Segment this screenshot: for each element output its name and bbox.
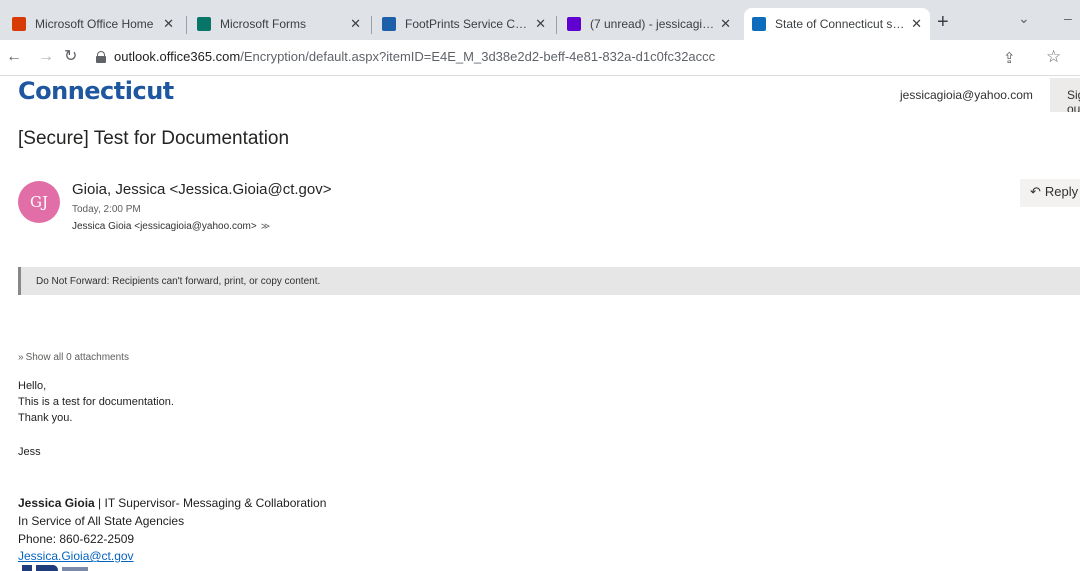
tab-state-of-connecticut[interactable]: State of Connecticut secu ✕ xyxy=(744,8,930,40)
url-domain: outlook.office365.com xyxy=(114,49,241,64)
recipients: Jessica Gioia <jessicagioia@yahoo.com> ≫ xyxy=(72,221,270,232)
body-line: Hello, xyxy=(18,380,47,392)
do-not-forward-notice: Do Not Forward: Recipients can't forward… xyxy=(18,267,1080,295)
close-icon[interactable]: ✕ xyxy=(911,16,922,32)
tab-title: FootPrints Service Core - xyxy=(405,17,530,31)
body-line: Thank you. xyxy=(18,412,73,424)
tab-yahoo-mail[interactable]: (7 unread) - jessicagioia@ ✕ xyxy=(559,8,739,40)
show-attachments-link[interactable]: » Show all 0 attachments xyxy=(18,352,129,363)
signature-email-link[interactable]: Jessica.Gioia@ct.gov xyxy=(18,549,134,563)
tab-title: Microsoft Forms xyxy=(220,17,307,31)
browser-tab-bar: Microsoft Office Home ✕ Microsoft Forms … xyxy=(0,0,1080,40)
reply-label: Reply xyxy=(1044,184,1079,199)
close-icon[interactable]: ✕ xyxy=(720,16,731,32)
signature-logo xyxy=(22,565,92,571)
close-icon[interactable]: ✕ xyxy=(350,16,361,32)
bookmark-star-icon[interactable]: ☆ xyxy=(1046,47,1061,67)
signature-name-line: Jessica Gioia | IT Supervisor- Messaging… xyxy=(18,496,326,510)
minimize-icon[interactable]: – xyxy=(1064,10,1072,26)
footprints-icon xyxy=(382,17,396,31)
sender-name: Gioia, Jessica <Jessica.Gioia@ct.gov> xyxy=(72,181,332,198)
url-field[interactable]: outlook.office365.com/Encryption/default… xyxy=(114,49,715,64)
body-closing: Jess xyxy=(18,446,41,458)
tab-separator xyxy=(556,16,557,34)
close-icon[interactable]: ✕ xyxy=(535,16,546,32)
body-line: This is a test for documentation. xyxy=(18,396,174,408)
reload-icon[interactable]: ↻ xyxy=(64,48,77,66)
tab-office-home[interactable]: Microsoft Office Home ✕ xyxy=(4,8,182,40)
close-icon[interactable]: ✕ xyxy=(163,16,174,32)
tab-microsoft-forms[interactable]: Microsoft Forms ✕ xyxy=(189,8,369,40)
url-path: /Encryption/default.aspx?itemID=E4E_M_3d… xyxy=(240,49,716,64)
tab-search-icon[interactable]: ⌄ xyxy=(1018,10,1030,27)
forward-icon[interactable]: → xyxy=(38,48,54,66)
tab-title: Microsoft Office Home xyxy=(35,17,154,31)
address-bar: ← → ↻ outlook.office365.com/Encryption/d… xyxy=(0,40,1080,76)
signature-service: In Service of All State Agencies xyxy=(18,514,185,528)
new-tab-button[interactable]: + xyxy=(937,12,949,32)
signature-phone: Phone: 860-622-2509 xyxy=(18,532,135,546)
user-email: jessicagioia@yahoo.com xyxy=(900,88,1033,102)
reply-icon: ↶ xyxy=(1030,184,1041,199)
tab-separator xyxy=(371,16,372,34)
connecticut-logo: Connecticut xyxy=(18,77,174,105)
attachments-label: Show all 0 attachments xyxy=(25,352,129,363)
tab-title: State of Connecticut secu xyxy=(775,17,906,31)
yahoo-mail-icon xyxy=(567,17,581,31)
sign-out-button[interactable]: Sign out xyxy=(1050,78,1080,112)
signature-title: | IT Supervisor- Messaging & Collaborati… xyxy=(94,496,327,510)
recipient-address: Jessica Gioia <jessicagioia@yahoo.com> xyxy=(72,221,257,232)
tab-separator xyxy=(186,16,187,34)
tab-footprints[interactable]: FootPrints Service Core - ✕ xyxy=(374,8,554,40)
avatar: GJ xyxy=(18,181,60,223)
sent-time: Today, 2:00 PM xyxy=(72,204,141,215)
message-subject: [Secure] Test for Documentation xyxy=(18,128,290,149)
office-icon xyxy=(12,17,26,31)
lock-icon[interactable] xyxy=(96,51,106,63)
forms-icon xyxy=(197,17,211,31)
signature-name: Jessica Gioia xyxy=(18,496,95,510)
expand-recipients-icon[interactable]: ≫ xyxy=(261,221,270,231)
back-icon[interactable]: ← xyxy=(6,48,22,66)
outlook-icon xyxy=(752,17,766,31)
reply-button[interactable]: ↶ Reply xyxy=(1020,179,1080,207)
chevron-double-down-icon: » xyxy=(18,352,24,363)
tab-title: (7 unread) - jessicagioia@ xyxy=(590,17,714,31)
share-icon[interactable]: ⇪ xyxy=(1003,49,1016,67)
brand-text: Connecticut xyxy=(18,77,174,105)
